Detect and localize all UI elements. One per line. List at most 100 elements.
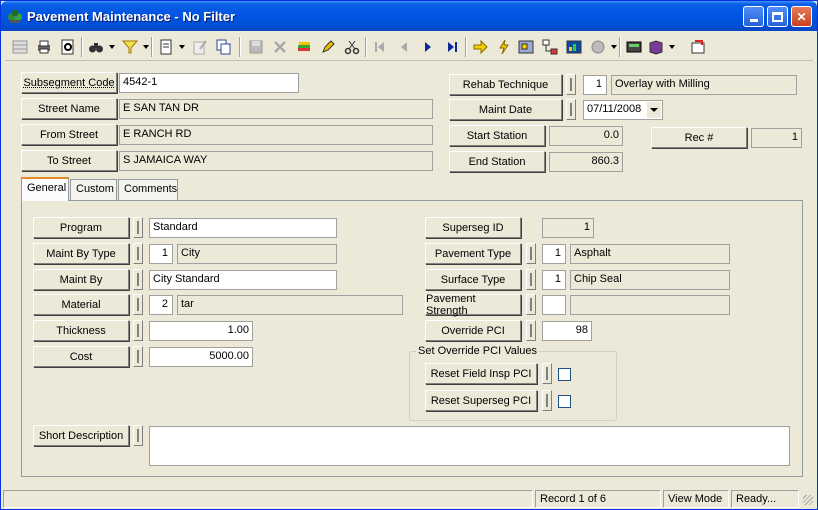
short-description-button[interactable]: Short Description bbox=[33, 425, 129, 446]
cost-lookup[interactable] bbox=[133, 346, 143, 367]
maint-by-type-code[interactable]: 1 bbox=[149, 244, 173, 264]
thickness-field[interactable]: 1.00 bbox=[149, 321, 253, 341]
tab-custom[interactable]: Custom bbox=[70, 179, 117, 200]
pavement-type-button[interactable]: Pavement Type bbox=[425, 243, 521, 264]
toolbar-grid-button[interactable] bbox=[9, 36, 31, 58]
toolbar-goto-button[interactable] bbox=[469, 36, 491, 58]
filter-dropdown-icon[interactable] bbox=[143, 45, 149, 49]
book-dropdown-icon[interactable] bbox=[669, 45, 675, 49]
surface-type-code[interactable]: 1 bbox=[542, 270, 566, 290]
rec-button[interactable]: Rec # bbox=[651, 127, 747, 148]
short-description-field[interactable] bbox=[149, 426, 790, 466]
maint-date-button[interactable]: Maint Date bbox=[449, 99, 562, 120]
maint-date-picker[interactable]: 07/11/2008 bbox=[583, 100, 663, 120]
reset-field-insp-checkbox[interactable] bbox=[558, 368, 571, 381]
toolbar-pencil-button[interactable] bbox=[317, 36, 339, 58]
next-record-button[interactable] bbox=[417, 36, 439, 58]
toolbar-books-button[interactable] bbox=[293, 36, 315, 58]
override-pci-lookup[interactable] bbox=[526, 320, 536, 341]
maint-by-type-lookup[interactable] bbox=[133, 243, 143, 264]
toolbar-filter-button[interactable] bbox=[119, 36, 141, 58]
program-lookup[interactable] bbox=[133, 217, 143, 238]
surface-type-button[interactable]: Surface Type bbox=[425, 269, 521, 290]
material-lookup[interactable] bbox=[133, 294, 143, 315]
reset-field-insp-lookup[interactable] bbox=[542, 363, 552, 384]
superseg-id-button[interactable]: Superseg ID bbox=[425, 217, 521, 238]
tab-general[interactable]: General bbox=[21, 177, 69, 201]
toolbar-hierarchy-button[interactable] bbox=[539, 36, 561, 58]
last-record-button[interactable] bbox=[441, 36, 463, 58]
maint-by-field[interactable]: City Standard bbox=[149, 270, 337, 290]
street-name-button[interactable]: Street Name bbox=[21, 98, 117, 119]
superseg-id-field: 1 bbox=[542, 218, 594, 238]
toolbar-calculator-button[interactable] bbox=[623, 36, 645, 58]
to-street-button[interactable]: To Street bbox=[21, 150, 117, 171]
maint-by-button[interactable]: Maint By bbox=[33, 269, 129, 290]
material-code[interactable]: 2 bbox=[149, 295, 173, 315]
prev-record-button[interactable] bbox=[393, 36, 415, 58]
maint-by-type-button[interactable]: Maint By Type bbox=[33, 243, 129, 264]
subsegment-code-button[interactable]: Subsegment Code bbox=[21, 72, 117, 93]
pavement-type-code[interactable]: 1 bbox=[542, 244, 566, 264]
toolbar-exit-button[interactable] bbox=[687, 36, 709, 58]
cost-field[interactable]: 5000.00 bbox=[149, 347, 253, 367]
first-record-button[interactable] bbox=[369, 36, 391, 58]
rehab-technique-lookup[interactable] bbox=[566, 74, 576, 95]
toolbar-print-button[interactable] bbox=[33, 36, 55, 58]
override-pci-button[interactable]: Override PCI bbox=[425, 320, 521, 341]
maximize-button[interactable] bbox=[767, 6, 788, 27]
program-field[interactable]: Standard bbox=[149, 218, 337, 238]
reset-field-insp-pci-button[interactable]: Reset Field Insp PCI bbox=[425, 363, 537, 384]
toolbar-copy-button[interactable] bbox=[213, 36, 235, 58]
globe-dropdown-icon[interactable] bbox=[611, 45, 617, 49]
toolbar-save-button[interactable] bbox=[245, 36, 267, 58]
tab-comments[interactable]: Comments bbox=[118, 179, 178, 200]
toolbar-cut-button[interactable] bbox=[341, 36, 363, 58]
to-street-field[interactable]: S JAMAICA WAY bbox=[119, 151, 433, 171]
maint-date-value: 07/11/2008 bbox=[587, 103, 642, 115]
toolbar-find-button[interactable] bbox=[85, 36, 107, 58]
close-button[interactable]: ✕ bbox=[791, 6, 812, 27]
toolbar-delete-button[interactable] bbox=[269, 36, 291, 58]
minimize-button[interactable] bbox=[743, 6, 764, 27]
from-street-field[interactable]: E RANCH RD bbox=[119, 125, 433, 145]
toolbar-chart-button[interactable] bbox=[563, 36, 585, 58]
maint-by-lookup[interactable] bbox=[133, 269, 143, 290]
short-description-lookup[interactable] bbox=[133, 425, 143, 446]
street-name-field[interactable]: E SAN TAN DR bbox=[119, 99, 433, 119]
reset-superseg-lookup[interactable] bbox=[542, 390, 552, 411]
title-bar[interactable]: Pavement Maintenance - No Filter ✕ bbox=[1, 1, 817, 31]
surface-type-field: Chip Seal bbox=[570, 270, 730, 290]
toolbar-book-button[interactable] bbox=[645, 36, 667, 58]
report-dropdown-icon[interactable] bbox=[179, 45, 185, 49]
pavement-type-lookup[interactable] bbox=[526, 243, 536, 264]
thickness-button[interactable]: Thickness bbox=[33, 320, 129, 341]
rehab-code-field[interactable]: 1 bbox=[583, 75, 607, 95]
find-dropdown-icon[interactable] bbox=[109, 45, 115, 49]
reset-superseg-checkbox[interactable] bbox=[558, 395, 571, 408]
maint-date-lookup[interactable] bbox=[566, 99, 576, 120]
subsegment-code-field[interactable]: 4542-1 bbox=[119, 73, 299, 93]
from-street-button[interactable]: From Street bbox=[21, 124, 117, 145]
toolbar-globe-button[interactable] bbox=[587, 36, 609, 58]
thickness-lookup[interactable] bbox=[133, 320, 143, 341]
program-button[interactable]: Program bbox=[33, 217, 129, 238]
toolbar-preview-button[interactable] bbox=[57, 36, 79, 58]
cost-button[interactable]: Cost bbox=[33, 346, 129, 367]
resize-grip-icon[interactable] bbox=[803, 495, 813, 505]
end-station-button[interactable]: End Station bbox=[449, 151, 545, 172]
toolbar-map-button[interactable] bbox=[515, 36, 537, 58]
start-station-button[interactable]: Start Station bbox=[449, 125, 545, 146]
toolbar-lightning-button[interactable] bbox=[493, 36, 515, 58]
pavement-strength-button[interactable]: Pavement Strength bbox=[425, 293, 521, 317]
reset-superseg-pci-button[interactable]: Reset Superseg PCI bbox=[425, 390, 537, 411]
toolbar-report-button[interactable] bbox=[155, 36, 177, 58]
date-dropdown-icon[interactable] bbox=[647, 102, 661, 118]
pavement-strength-code[interactable] bbox=[542, 295, 566, 315]
surface-type-lookup[interactable] bbox=[526, 269, 536, 290]
toolbar-edit-button[interactable] bbox=[189, 36, 211, 58]
rehab-technique-button[interactable]: Rehab Technique bbox=[449, 74, 562, 95]
override-pci-field[interactable]: 98 bbox=[542, 321, 592, 341]
pavement-strength-lookup[interactable] bbox=[526, 294, 536, 315]
material-button[interactable]: Material bbox=[33, 294, 129, 315]
